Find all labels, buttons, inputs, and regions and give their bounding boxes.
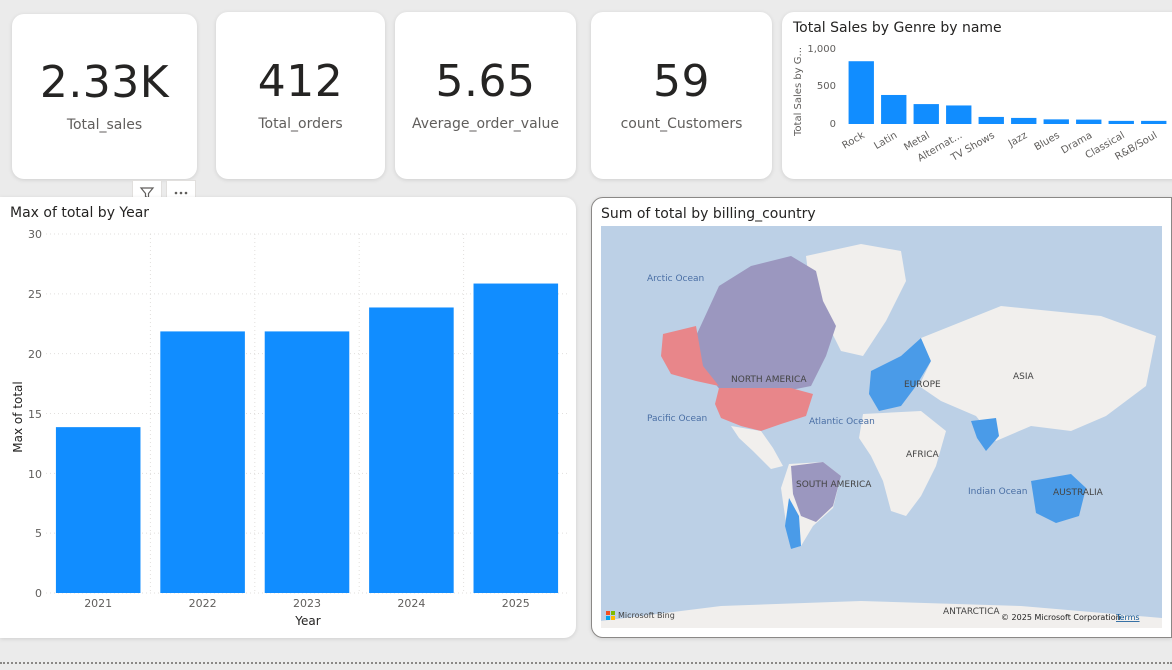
kpi-label: count_Customers (620, 115, 743, 132)
y-tick: 10 (28, 468, 42, 481)
y-tick: 30 (28, 228, 42, 241)
year-bar[interactable] (264, 331, 350, 593)
x-tick: Blues (1033, 130, 1062, 153)
x-tick: Jazz (1006, 130, 1029, 150)
kpi-value: 412 (257, 55, 344, 107)
x-tick: 2022 (189, 597, 217, 610)
y-axis-title: Max of total (11, 381, 25, 452)
kpi-value: 2.33K (39, 56, 170, 108)
kpi-label: Total_orders (258, 115, 343, 132)
world-map: Arctic Ocean Pacific Ocean Atlantic Ocea… (601, 226, 1162, 628)
genre-sales-chart-card[interactable]: Total Sales by Genre by name Total Sales… (782, 12, 1172, 179)
genre-bar[interactable] (881, 94, 907, 124)
y-tick: 0 (830, 119, 836, 130)
year-bar[interactable] (473, 283, 559, 593)
y-tick: 15 (28, 408, 42, 421)
ocean-label: Pacific Ocean (647, 414, 707, 424)
genre-bar[interactable] (1141, 120, 1167, 124)
x-tick: 2021 (84, 597, 112, 610)
continent-label: ANTARCTICA (943, 607, 1000, 617)
genre-bar[interactable] (848, 61, 874, 124)
kpi-card-count-customers[interactable]: 59 count_Customers (591, 12, 772, 179)
genre-bar-chart: Total Sales by G... 1,000 500 0 Rock Lati… (793, 44, 1167, 164)
genre-bar[interactable] (1076, 119, 1102, 124)
continent-label: EUROPE (904, 380, 941, 390)
x-tick: 2025 (502, 597, 530, 610)
year-bar[interactable] (55, 427, 141, 593)
map-canvas[interactable]: Arctic Ocean Pacific Ocean Atlantic Ocea… (601, 226, 1162, 628)
y-tick: 500 (817, 81, 836, 92)
y-tick: 5 (35, 527, 42, 540)
y-axis-title: Total Sales by G... (793, 47, 804, 137)
ocean-label: Atlantic Ocean (809, 417, 875, 427)
genre-bar[interactable] (1043, 119, 1069, 124)
map-terms-link[interactable]: Terms (1115, 613, 1140, 622)
continent-label: AFRICA (906, 450, 940, 460)
chart-title: Total Sales by Genre by name (793, 20, 1002, 36)
chart-title: Sum of total by billing_country (601, 206, 816, 222)
map-attribution: Microsoft Bing (618, 611, 675, 620)
kpi-card-total-orders[interactable]: 412 Total_orders (216, 12, 385, 179)
x-tick: 2024 (397, 597, 425, 610)
genre-bar[interactable] (946, 105, 972, 124)
kpi-card-total-sales[interactable]: 2.33K Total_sales (12, 14, 197, 179)
x-axis-title: Year (294, 614, 320, 628)
kpi-label: Total_sales (66, 116, 143, 133)
ocean-label: Arctic Ocean (647, 274, 704, 284)
continent-label: NORTH AMERICA (731, 375, 807, 385)
genre-bar[interactable] (1011, 117, 1037, 124)
y-tick: 20 (28, 348, 42, 361)
continent-label: ASIA (1013, 372, 1035, 382)
kpi-card-average-order-value[interactable]: 5.65 Average_order_value (395, 12, 576, 179)
y-tick: 25 (28, 288, 42, 301)
kpi-value: 5.65 (435, 55, 536, 107)
map-copyright: © 2025 Microsoft Corporation (1001, 613, 1121, 622)
canvas-bottom-border (0, 662, 1172, 664)
genre-bar[interactable] (1108, 120, 1134, 124)
x-tick: Latin (872, 130, 899, 152)
continent-label: SOUTH AMERICA (796, 480, 872, 490)
y-tick: 1,000 (807, 44, 836, 55)
year-bar[interactable] (160, 331, 245, 593)
year-bar[interactable] (369, 307, 454, 593)
year-max-total-chart-card[interactable]: Max of total by Year 30 25 20 15 10 5 0 … (0, 197, 576, 638)
y-tick: 0 (35, 587, 42, 600)
kpi-label: Average_order_value (411, 115, 560, 132)
ocean-label: Indian Ocean (968, 487, 1027, 497)
genre-bar[interactable] (913, 104, 939, 124)
continent-label: AUSTRALIA (1053, 488, 1104, 498)
x-tick: Rock (841, 130, 867, 152)
year-bar-chart: 30 25 20 15 10 5 0 2021 2022 2023 2024 2025 … (11, 228, 568, 628)
x-tick: 2023 (293, 597, 321, 610)
kpi-value: 59 (653, 55, 710, 107)
genre-bar[interactable] (978, 116, 1004, 124)
